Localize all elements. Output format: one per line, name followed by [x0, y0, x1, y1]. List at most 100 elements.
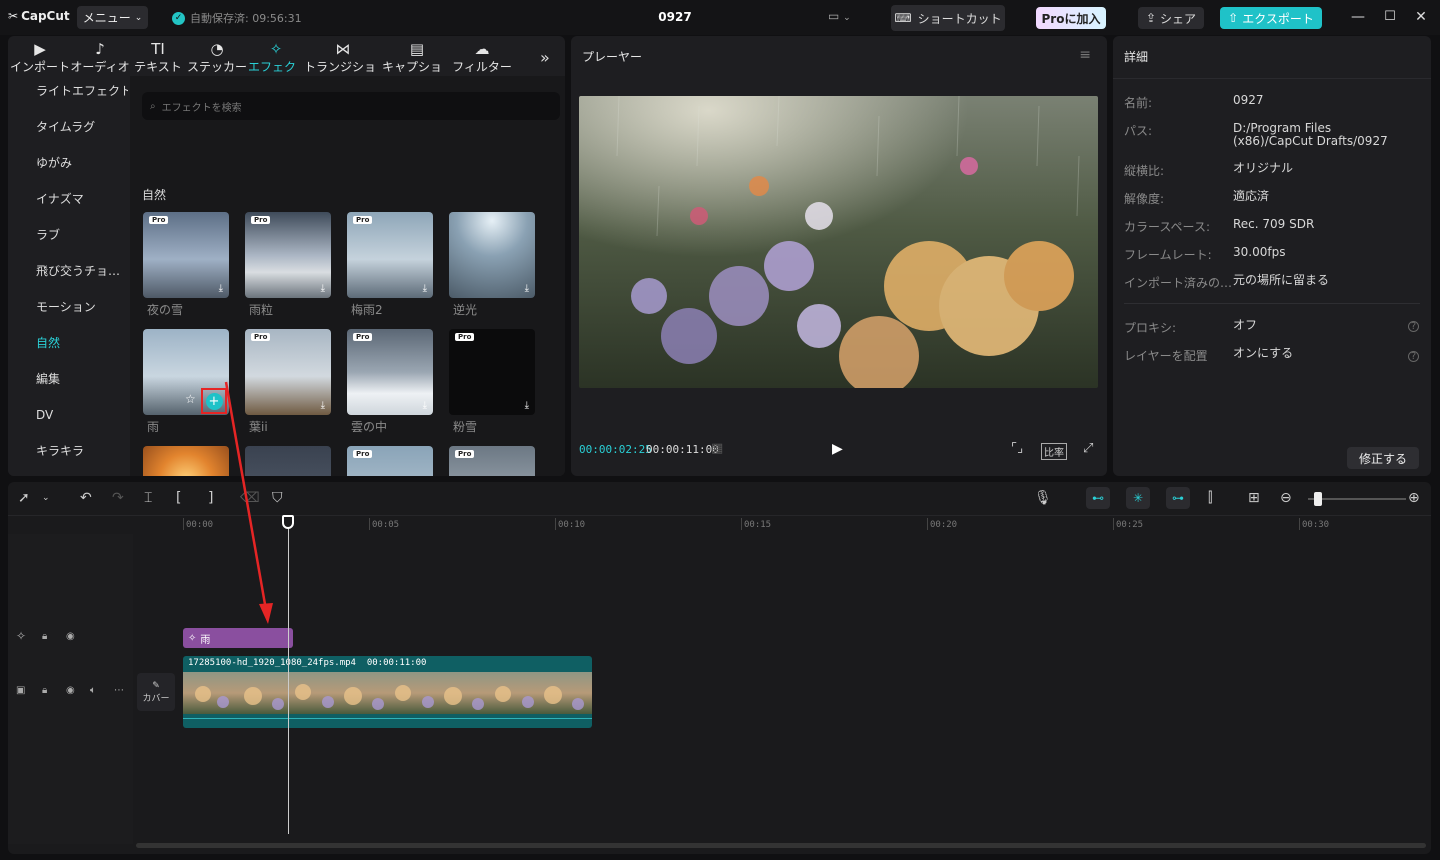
eye-icon[interactable]: ◉ — [66, 631, 75, 642]
share-label: シェア — [1160, 11, 1197, 26]
download-icon[interactable]: ⤓ — [321, 283, 325, 294]
effect-item-rain[interactable]: ☆ + 雨 — [143, 329, 229, 435]
timeline-grid-icon[interactable]: ▦ — [711, 441, 723, 456]
chevron-down-icon: ⌄ — [134, 12, 143, 23]
effect-search-input[interactable]: ⌕ エフェクトを検索 — [142, 92, 560, 120]
magnet-icon[interactable]: ⊷ — [1086, 487, 1110, 509]
category-item[interactable]: キラキラ — [8, 436, 128, 472]
chevron-down-icon[interactable]: ⌄ — [42, 493, 50, 503]
effect-item[interactable]: Pro ⤓ 雨粒 — [245, 212, 331, 318]
menu-label: メニュー — [82, 11, 131, 25]
effect-name: 夜の雪 — [147, 303, 184, 317]
zoom-in-icon[interactable]: ⊕ — [1408, 490, 1420, 506]
add-effect-button[interactable]: + — [201, 388, 227, 414]
tab-text[interactable]: TI テキスト — [130, 36, 186, 76]
lock-icon[interactable]: 🔒︎ — [42, 685, 47, 696]
playhead-handle[interactable] — [282, 515, 294, 529]
modify-button[interactable]: 修正する — [1347, 447, 1419, 469]
download-icon[interactable]: ⤓ — [423, 283, 427, 294]
snap-icon[interactable]: ✳ — [1126, 487, 1150, 509]
zoom-slider[interactable] — [1308, 498, 1406, 500]
effect-item[interactable]: Pro — [449, 446, 535, 476]
category-item[interactable]: モーション — [8, 292, 128, 328]
zoom-out-icon[interactable]: ⊖ — [1280, 490, 1292, 506]
ratio-button[interactable]: 比率 — [1041, 443, 1067, 460]
tab-filter[interactable]: ☁ フィルター — [452, 36, 512, 76]
more-icon[interactable]: ⋯ — [114, 685, 124, 696]
effect-item[interactable]: Pro ⤓ 梅雨2 — [347, 212, 433, 318]
effect-item[interactable] — [245, 446, 331, 476]
minimize-icon[interactable]: — — [1349, 9, 1367, 25]
video-clip[interactable]: 17285100-hd_1920_1080_24fps.mp4 00:00:11… — [183, 656, 592, 728]
playhead-line[interactable] — [288, 516, 289, 834]
effect-item[interactable]: Pro ⤓ 夜の雪 — [143, 212, 229, 318]
trim-left-icon[interactable]: [ — [176, 490, 181, 506]
layout-button[interactable]: ▭ ⌄ — [828, 9, 851, 23]
download-icon[interactable]: ⤓ — [525, 283, 529, 294]
preview-axis-icon[interactable]: ⊞ — [1248, 490, 1260, 506]
microphone-icon[interactable]: 🎙 — [1034, 490, 1052, 506]
download-icon[interactable]: ⤓ — [423, 400, 427, 411]
tab-sticker[interactable]: ◔ ステッカー — [186, 36, 248, 76]
help-icon[interactable]: ? — [1408, 351, 1419, 362]
eye-icon[interactable]: ◉ — [66, 685, 75, 696]
tab-effects[interactable]: ✧エフェクト — [248, 36, 304, 91]
play-icon[interactable]: ▶ — [832, 441, 843, 457]
effect-clip-rain[interactable]: ✧ 雨 — [183, 628, 293, 648]
category-item[interactable]: ライトエフェクト — [8, 76, 128, 112]
category-item[interactable]: 飛び交うチョ… — [8, 256, 128, 292]
category-item[interactable]: DV — [8, 400, 128, 436]
tab-audio[interactable]: ♪ オーディオ — [70, 36, 130, 76]
detail-label: 解像度: — [1124, 192, 1165, 206]
category-item[interactable]: イナズマ — [8, 184, 128, 220]
download-icon[interactable]: ⤓ — [525, 400, 529, 411]
video-preview[interactable] — [579, 96, 1098, 388]
shortcut-button[interactable]: ⌨ ショートカット — [891, 5, 1005, 31]
tab-transition[interactable]: ⋈トランジション — [304, 36, 382, 91]
share-button[interactable]: ⇪ シェア — [1138, 7, 1204, 29]
redo-icon[interactable]: ↷ — [112, 490, 124, 506]
maximize-icon[interactable]: ☐ — [1381, 9, 1399, 24]
pro-subscribe-button[interactable]: Proに加入 — [1036, 7, 1106, 29]
effect-item[interactable]: Pro ⤓ 葉ii — [245, 329, 331, 435]
effect-item[interactable]: ⤓ 逆光 — [449, 212, 535, 318]
timeline-scrollbar[interactable] — [136, 843, 1426, 848]
star-icon[interactable]: ☆ — [185, 392, 196, 406]
fullscreen-icon[interactable]: ⤢ — [1083, 441, 1093, 456]
tab-caption[interactable]: ▤キャプション — [382, 36, 452, 91]
effect-item[interactable] — [143, 446, 229, 476]
category-item[interactable]: 編集 — [8, 364, 128, 400]
help-icon[interactable]: ? — [1408, 321, 1419, 332]
zoom-slider-handle[interactable] — [1314, 492, 1322, 506]
link-icon[interactable]: ⊶ — [1166, 487, 1190, 509]
speaker-icon[interactable]: 🔈︎ — [90, 685, 96, 696]
split-icon[interactable]: ⌶ — [144, 490, 152, 506]
hamburger-menu-icon[interactable]: ≡ — [1079, 47, 1091, 63]
close-icon[interactable]: ✕ — [1412, 9, 1430, 25]
time-ruler[interactable]: 00:00 00:05 00:10 00:15 00:20 00:25 00:3… — [8, 515, 1431, 533]
effect-item[interactable]: Pro ⤓ 粉雪 — [449, 329, 535, 435]
double-chevron-right-icon[interactable]: » — [540, 48, 550, 67]
undo-icon[interactable]: ↶ — [80, 490, 92, 506]
export-button[interactable]: ⇧ エクスポート — [1220, 7, 1322, 29]
trim-right-icon[interactable]: ] — [208, 490, 213, 506]
category-item[interactable]: タイムラグ — [8, 112, 128, 148]
menu-button[interactable]: メニュー ⌄ — [77, 6, 148, 29]
effect-item[interactable]: Pro ⤓ 雲の中 — [347, 329, 433, 435]
marker-icon[interactable]: ⛉ — [272, 490, 283, 506]
effect-item[interactable]: Pro — [347, 446, 433, 476]
delete-icon[interactable]: ⌫ — [240, 490, 260, 506]
proxy-toggle[interactable]: オフ — [1233, 319, 1413, 336]
category-item-nature[interactable]: 自然 — [8, 328, 128, 364]
download-icon[interactable]: ⤓ — [321, 400, 325, 411]
category-item[interactable]: ゆがみ — [8, 148, 128, 184]
split-preview-icon[interactable]: ⫿ — [1208, 490, 1212, 506]
cover-button[interactable]: ✎ カバー — [137, 673, 175, 711]
lock-icon[interactable]: 🔒︎ — [42, 631, 47, 642]
layer-toggle[interactable]: オンにする — [1233, 347, 1413, 364]
fit-screen-icon[interactable]: ⌜⌟ — [1011, 441, 1023, 456]
select-cursor-icon[interactable]: ➚ — [18, 490, 30, 506]
tab-import[interactable]: ▶ インポート — [10, 36, 70, 76]
category-item[interactable]: ラブ — [8, 220, 128, 256]
download-icon[interactable]: ⤓ — [219, 283, 223, 294]
